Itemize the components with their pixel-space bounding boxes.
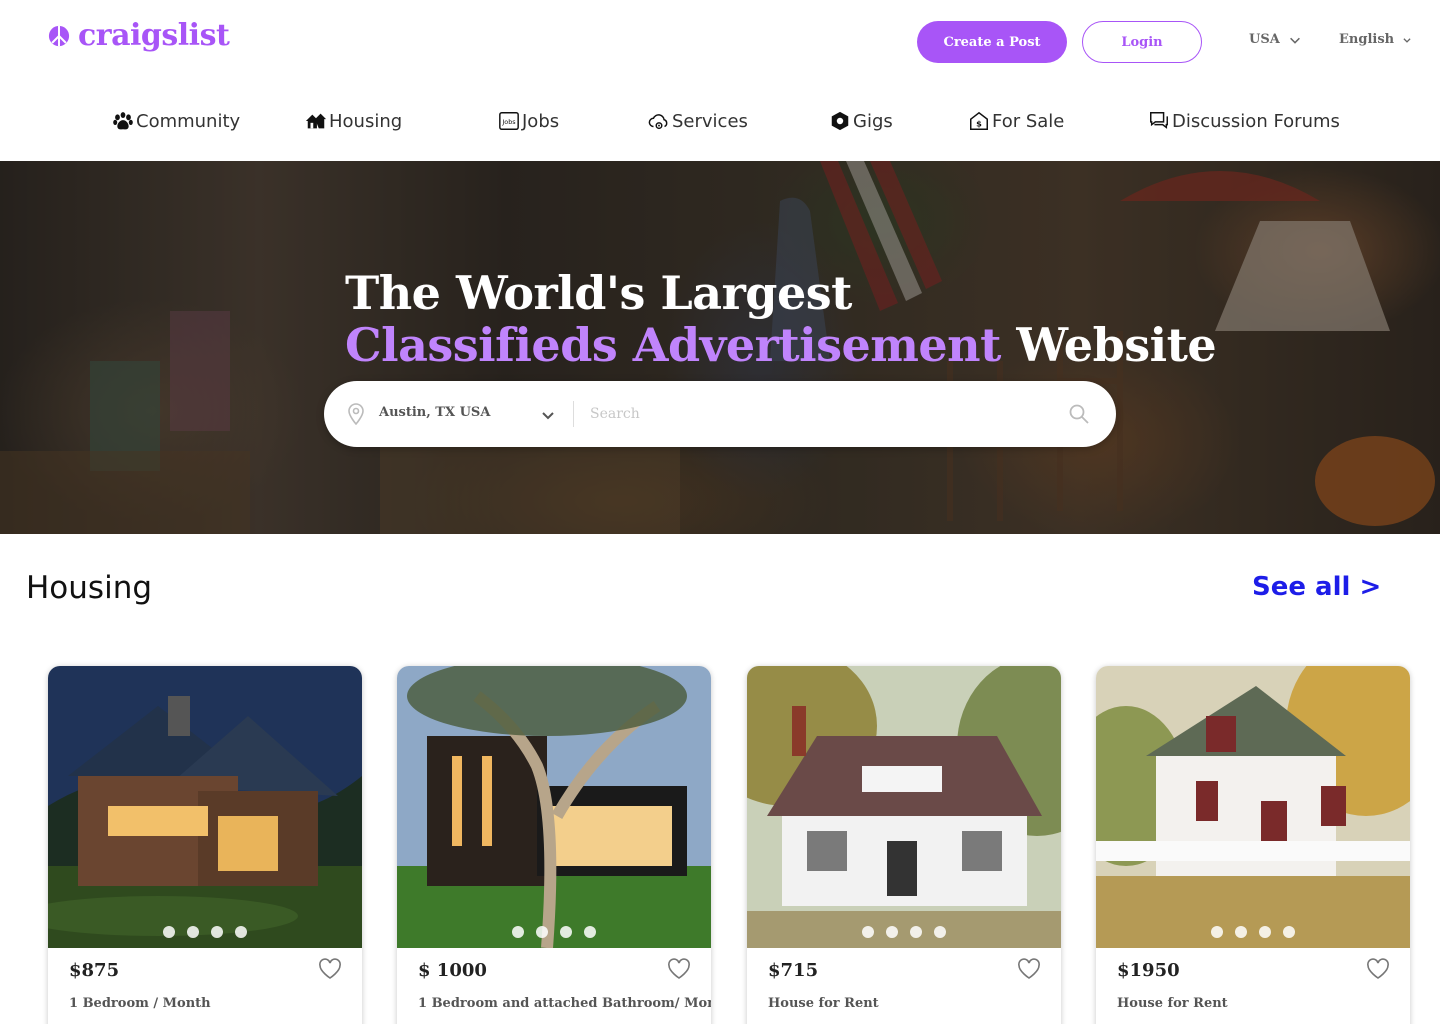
category-services[interactable]: Services (648, 110, 748, 132)
location-pin-icon (348, 403, 364, 425)
house-dollar-icon: $ (970, 111, 988, 130)
listing-image[interactable] (397, 666, 711, 948)
peace-icon (48, 25, 70, 46)
hero-title-line1: The World's Largest (345, 266, 852, 320)
listing-description: 1 Bedroom and attached Bathroom/ Month (418, 996, 711, 1011)
category-label: Discussion Forums (1172, 110, 1340, 132)
carousel-dots (48, 926, 362, 938)
carousel-dot[interactable] (584, 926, 596, 938)
category-label: For Sale (992, 110, 1065, 132)
carousel-dot[interactable] (187, 926, 199, 938)
heart-icon[interactable] (667, 958, 691, 980)
listing-card[interactable]: $1950 House for Rent (1096, 666, 1410, 1024)
hexagon-icon (831, 111, 849, 131)
carousel-dots (1096, 926, 1410, 938)
category-gigs[interactable]: Gigs (829, 110, 893, 132)
carousel-dot[interactable] (1259, 926, 1271, 938)
logo-text: craigslist (78, 18, 230, 53)
hero-title-accent: Classifieds Advertisement (345, 318, 1001, 372)
listing-price: $ 1000 (418, 960, 487, 981)
category-label: Jobs (522, 110, 560, 132)
svg-text:Jobs: Jobs (501, 118, 516, 126)
category-label: Community (136, 110, 241, 132)
listing-price: $1950 (1117, 960, 1180, 981)
heart-icon[interactable] (318, 958, 342, 980)
carousel-dot[interactable] (512, 926, 524, 938)
category-label: Services (672, 110, 748, 132)
listing-price: $875 (69, 960, 120, 981)
category-discussion-forums[interactable]: Discussion Forums (1148, 110, 1340, 132)
location-select[interactable]: Austin, TX USA (379, 405, 490, 420)
heart-icon[interactable] (1366, 958, 1390, 980)
listing-image[interactable] (48, 666, 362, 948)
top-bar: craigslist Create a Post Login USA Engli… (0, 0, 1440, 84)
language-selector[interactable]: English (1339, 32, 1412, 47)
chevron-down-icon (1403, 37, 1411, 43)
carousel-dot[interactable] (536, 926, 548, 938)
hero-title-line2: Classifieds Advertisement Website (345, 318, 1217, 372)
hero-banner: The World's Largest Classifieds Advertis… (0, 161, 1440, 534)
carousel-dot[interactable] (934, 926, 946, 938)
carousel-dot[interactable] (235, 926, 247, 938)
carousel-dots (747, 926, 1061, 938)
listing-price: $715 (768, 960, 819, 981)
category-for-sale[interactable]: $ For Sale (968, 110, 1064, 132)
carousel-dot[interactable] (1211, 926, 1223, 938)
carousel-dot[interactable] (1235, 926, 1247, 938)
house-photo (1096, 666, 1410, 948)
category-label: Housing (329, 110, 403, 132)
listing-description: 1 Bedroom / Month (69, 996, 211, 1011)
search-divider (573, 401, 574, 427)
paw-icon (113, 112, 133, 130)
category-housing[interactable]: Housing (305, 110, 402, 132)
chevron-down-icon[interactable] (540, 407, 556, 423)
login-button[interactable]: Login (1082, 21, 1202, 63)
chat-icon (1150, 112, 1168, 129)
category-nav: Community Housing Jobs Jobs Services Gig… (0, 100, 1440, 148)
category-label: Gigs (853, 110, 893, 132)
listing-image[interactable] (747, 666, 1061, 948)
listing-card[interactable]: $ 1000 1 Bedroom and attached Bathroom/ … (397, 666, 711, 1024)
section-title: Housing (26, 570, 153, 606)
category-community[interactable]: Community (112, 110, 240, 132)
carousel-dot[interactable] (910, 926, 922, 938)
language-label: English (1339, 32, 1395, 47)
house-photo (48, 666, 362, 948)
hero-title-tail: Website (1016, 318, 1217, 372)
cloud-gear-icon (648, 114, 668, 130)
svg-text:$: $ (976, 119, 982, 129)
search-icon[interactable] (1068, 403, 1090, 425)
listing-card[interactable]: $875 1 Bedroom / Month (48, 666, 362, 1024)
create-post-button[interactable]: Create a Post (917, 21, 1067, 63)
carousel-dot[interactable] (211, 926, 223, 938)
chevron-down-icon (1289, 37, 1300, 44)
country-selector[interactable]: USA (1249, 32, 1302, 47)
carousel-dot[interactable] (560, 926, 572, 938)
carousel-dots (397, 926, 711, 938)
heart-icon[interactable] (1017, 958, 1041, 980)
listing-description: House for Rent (768, 996, 879, 1011)
category-jobs[interactable]: Jobs Jobs (498, 110, 559, 132)
jobs-icon: Jobs (499, 112, 519, 130)
carousel-dot[interactable] (1283, 926, 1295, 938)
listing-card[interactable]: $715 House for Rent (747, 666, 1061, 1024)
house-photo (747, 666, 1061, 948)
craigslist-logo[interactable]: craigslist (48, 18, 230, 53)
listing-image[interactable] (1096, 666, 1410, 948)
houses-icon (305, 113, 327, 129)
carousel-dot[interactable] (163, 926, 175, 938)
carousel-dot[interactable] (862, 926, 874, 938)
house-photo (397, 666, 711, 948)
search-input[interactable] (590, 399, 1050, 429)
carousel-dot[interactable] (886, 926, 898, 938)
see-all-link[interactable]: See all > (1252, 572, 1381, 602)
hero-title: The World's Largest Classifieds Advertis… (345, 266, 1217, 372)
search-bar: Austin, TX USA (324, 381, 1116, 447)
country-label: USA (1249, 32, 1280, 47)
listing-description: House for Rent (1117, 996, 1228, 1011)
